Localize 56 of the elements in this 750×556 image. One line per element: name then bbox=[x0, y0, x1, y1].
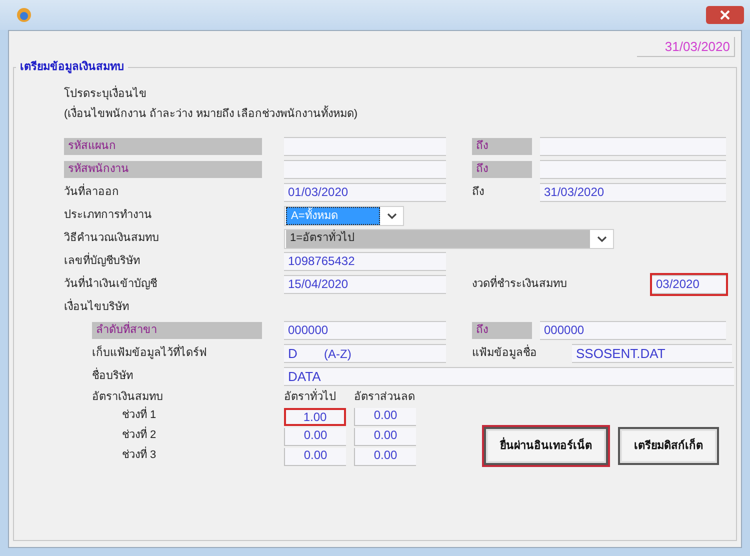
text-field[interactable]: 15/04/2020 bbox=[284, 275, 446, 294]
section-label: เงื่อนไขบริษัท bbox=[64, 299, 129, 316]
rate-field[interactable]: 0.00 bbox=[284, 428, 346, 446]
note-text: (เงื่อนไขพนักงาน ถ้าละว่าง หมายถึง เลือกช่วงพนักงานทั้งหมด) bbox=[64, 106, 736, 136]
field-label: ถึง bbox=[472, 138, 532, 155]
field-label: วันที่นำเงินเข้าบัญชี bbox=[64, 276, 262, 293]
rate-field[interactable]: 0.00 bbox=[354, 448, 416, 466]
text-field[interactable]: 31/03/2020 bbox=[540, 183, 726, 202]
text-field[interactable]: 1098765432 bbox=[284, 252, 446, 271]
text-field[interactable] bbox=[284, 160, 446, 179]
field-label: งวดที่ชำระเงินสมทบ bbox=[472, 276, 572, 293]
action-button[interactable]: เตรียมดิสก์เก็ต bbox=[618, 427, 719, 465]
rate-field[interactable]: 1.00 bbox=[284, 408, 346, 426]
field-label: ถึง bbox=[472, 322, 532, 339]
close-icon bbox=[720, 10, 730, 20]
field-label: ประเภทการทำงาน bbox=[64, 208, 153, 223]
rate-field[interactable]: 0.00 bbox=[284, 448, 346, 466]
column-header: อัตราทั่วไป bbox=[284, 389, 346, 407]
drive-hint: (A-Z) bbox=[324, 346, 352, 362]
close-button[interactable] bbox=[706, 6, 744, 24]
field-label: ลำดับที่สาขา bbox=[92, 322, 262, 339]
period-label: ช่วงที่ 1 bbox=[92, 407, 284, 427]
text-field[interactable] bbox=[284, 137, 446, 156]
field-label: ถึง bbox=[472, 185, 485, 200]
field-label: รหัสแผนก bbox=[64, 138, 262, 155]
period-label: ช่วงที่ 2 bbox=[92, 427, 284, 447]
field-label: ถึง bbox=[472, 161, 532, 178]
app-icon bbox=[16, 7, 32, 23]
text-field[interactable]: 01/03/2020 bbox=[284, 183, 446, 202]
field-label: วิธีคำนวณเงินสมทบ bbox=[64, 230, 160, 246]
action-button[interactable]: ยื่นผ่านอินเทอร์เน็ต bbox=[484, 427, 608, 465]
text-field[interactable]: 03/2020 bbox=[652, 275, 726, 294]
text-field[interactable]: 000000 bbox=[284, 321, 446, 340]
drive-field[interactable]: D bbox=[284, 344, 324, 364]
section-label: อัตราเงินสมทบ bbox=[92, 390, 164, 405]
chevron-icon bbox=[387, 212, 397, 220]
field-label: ชื่อบริษัท bbox=[92, 368, 262, 385]
field-label: แฟ้มข้อมูลชื่อ bbox=[472, 345, 572, 362]
rate-field[interactable]: 0.00 bbox=[354, 408, 416, 426]
rate-field[interactable]: 0.00 bbox=[354, 428, 416, 446]
text-field[interactable] bbox=[540, 137, 726, 156]
period-label: ช่วงที่ 3 bbox=[92, 447, 284, 467]
field-label: เก็บแฟ้มข้อมูลไว้ที่ไดร์ฟ bbox=[92, 345, 262, 362]
field-label: รหัสพนักงาน bbox=[64, 161, 262, 178]
dropdown[interactable]: 1=อัตราทั่วไป bbox=[284, 228, 614, 248]
header-date: 31/03/2020 bbox=[637, 37, 735, 57]
text-field[interactable]: DATA bbox=[284, 367, 734, 386]
text-field[interactable]: SSOSENT.DAT bbox=[572, 344, 732, 363]
instruction-text: โปรดระบุเงื่อนไข bbox=[64, 86, 736, 106]
field-label: วันที่ลาออก bbox=[64, 184, 262, 201]
field-label: เลขที่บัญชีบริษัท bbox=[64, 253, 262, 270]
text-field[interactable]: 000000 bbox=[540, 321, 726, 340]
chevron-icon bbox=[597, 234, 607, 242]
group-title: เตรียมข้อมูลเงินสมทบ bbox=[16, 59, 128, 76]
text-field[interactable] bbox=[540, 160, 726, 179]
column-header: อัตราส่วนลด bbox=[354, 390, 416, 405]
